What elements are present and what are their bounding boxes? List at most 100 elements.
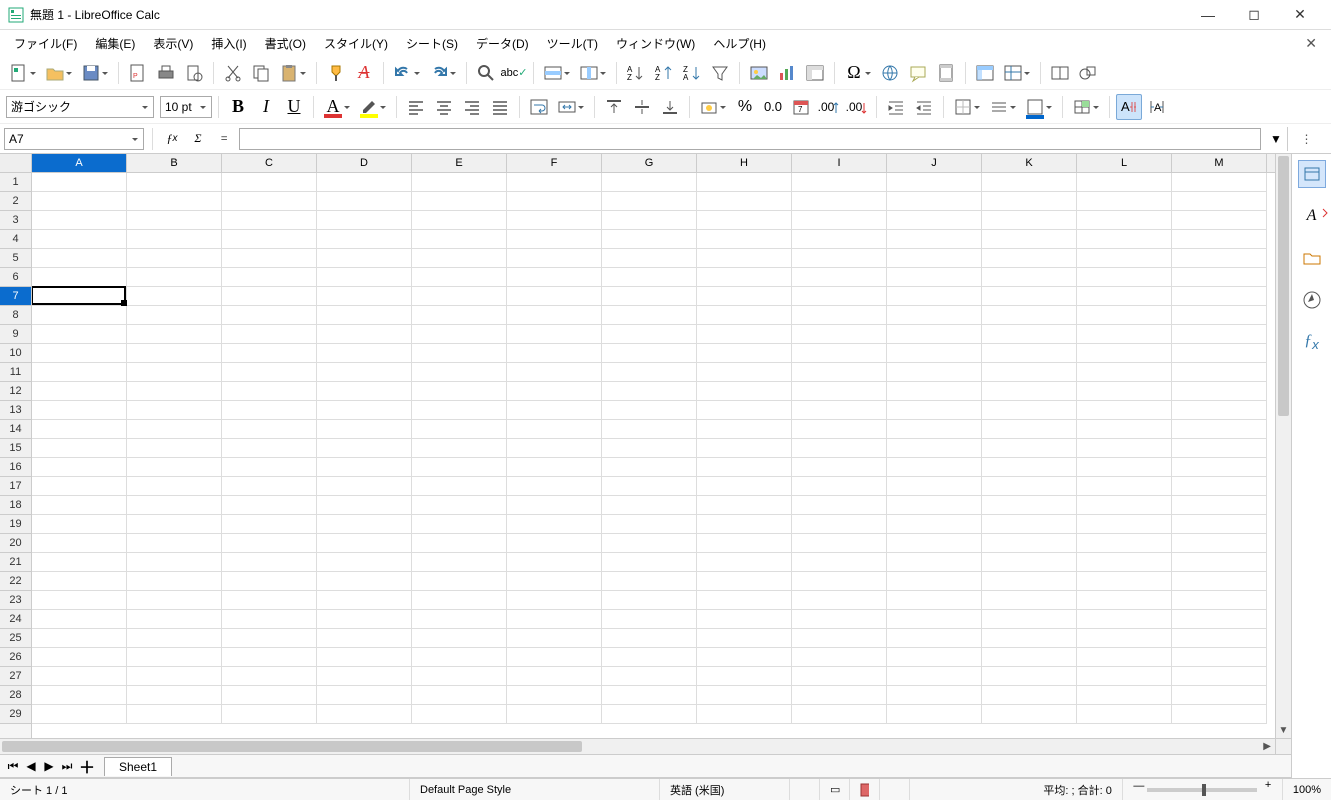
cell[interactable] [792, 610, 887, 629]
cell[interactable] [602, 610, 697, 629]
split-window-button[interactable] [1047, 60, 1073, 86]
cell[interactable] [1077, 705, 1172, 724]
cell[interactable] [792, 439, 887, 458]
cell[interactable] [127, 610, 222, 629]
define-print-area-button[interactable] [972, 60, 998, 86]
cell[interactable] [1077, 249, 1172, 268]
cell[interactable] [127, 572, 222, 591]
cell[interactable] [1077, 515, 1172, 534]
cut-button[interactable] [220, 60, 246, 86]
cell[interactable] [887, 382, 982, 401]
cell[interactable] [222, 325, 317, 344]
cell[interactable] [127, 249, 222, 268]
cell[interactable] [602, 572, 697, 591]
column-header-H[interactable]: H [697, 154, 792, 172]
cell[interactable] [697, 629, 792, 648]
cell[interactable] [1172, 534, 1267, 553]
cell[interactable] [317, 496, 412, 515]
page-style[interactable]: Default Page Style [410, 779, 660, 800]
cell[interactable] [887, 211, 982, 230]
cell[interactable] [1172, 591, 1267, 610]
cell[interactable] [887, 363, 982, 382]
cell[interactable] [412, 382, 507, 401]
cell[interactable] [1077, 477, 1172, 496]
cell[interactable] [1172, 458, 1267, 477]
cell[interactable] [1172, 439, 1267, 458]
cell[interactable] [982, 648, 1077, 667]
cell[interactable] [507, 477, 602, 496]
cell[interactable] [1172, 249, 1267, 268]
cell[interactable] [32, 344, 127, 363]
cell[interactable] [887, 287, 982, 306]
cell[interactable] [982, 344, 1077, 363]
cell[interactable] [982, 515, 1077, 534]
cell[interactable] [412, 249, 507, 268]
cell[interactable] [32, 534, 127, 553]
insert-chart-button[interactable] [774, 60, 800, 86]
cell[interactable] [317, 249, 412, 268]
save-button[interactable] [78, 60, 104, 86]
cell[interactable] [412, 705, 507, 724]
cell[interactable] [792, 325, 887, 344]
cell[interactable] [792, 268, 887, 287]
cell[interactable] [792, 686, 887, 705]
cell[interactable] [1077, 344, 1172, 363]
cell[interactable] [222, 686, 317, 705]
row-header-21[interactable]: 21 [0, 553, 31, 572]
cell[interactable] [222, 287, 317, 306]
menu-view[interactable]: 表示(V) [145, 33, 201, 54]
cell[interactable] [697, 382, 792, 401]
column-header-G[interactable]: G [602, 154, 697, 172]
cell[interactable] [602, 401, 697, 420]
cell[interactable] [697, 648, 792, 667]
align-top-button[interactable] [601, 94, 627, 120]
cell[interactable] [317, 325, 412, 344]
cell[interactable] [1172, 211, 1267, 230]
cell[interactable] [982, 667, 1077, 686]
cell[interactable] [792, 705, 887, 724]
cell[interactable] [222, 344, 317, 363]
cell[interactable] [507, 363, 602, 382]
cell[interactable] [222, 458, 317, 477]
cell[interactable] [792, 420, 887, 439]
currency-button[interactable] [696, 94, 722, 120]
cell[interactable] [317, 667, 412, 686]
sort-button[interactable]: AZ [623, 60, 649, 86]
cell[interactable] [32, 705, 127, 724]
cell[interactable] [127, 401, 222, 420]
cell[interactable] [507, 420, 602, 439]
cell[interactable] [507, 705, 602, 724]
spellcheck-button[interactable]: abc✓ [501, 60, 527, 86]
row-header-5[interactable]: 5 [0, 249, 31, 268]
cell[interactable] [887, 553, 982, 572]
cell[interactable] [887, 192, 982, 211]
freeze-panes-button[interactable] [1000, 60, 1026, 86]
cell[interactable] [1077, 553, 1172, 572]
cell[interactable] [792, 230, 887, 249]
copy-button[interactable] [248, 60, 274, 86]
insert-comment-button[interactable] [905, 60, 931, 86]
cell[interactable] [1077, 439, 1172, 458]
cell[interactable] [507, 287, 602, 306]
cell[interactable] [887, 401, 982, 420]
cell[interactable] [412, 629, 507, 648]
cell[interactable] [317, 572, 412, 591]
merge-cells-button[interactable] [554, 94, 580, 120]
cell[interactable] [887, 496, 982, 515]
cell[interactable] [412, 667, 507, 686]
cell[interactable] [127, 192, 222, 211]
column-button[interactable] [576, 60, 602, 86]
cell[interactable] [1077, 458, 1172, 477]
row-header-3[interactable]: 3 [0, 211, 31, 230]
cell[interactable] [127, 363, 222, 382]
cell[interactable] [32, 553, 127, 572]
cell[interactable] [982, 173, 1077, 192]
export-pdf-button[interactable]: P [125, 60, 151, 86]
cell[interactable] [1077, 591, 1172, 610]
cell[interactable] [602, 287, 697, 306]
align-right-button[interactable] [459, 94, 485, 120]
row-header-16[interactable]: 16 [0, 458, 31, 477]
cell[interactable] [127, 287, 222, 306]
cell[interactable] [1172, 287, 1267, 306]
align-left-button[interactable] [403, 94, 429, 120]
